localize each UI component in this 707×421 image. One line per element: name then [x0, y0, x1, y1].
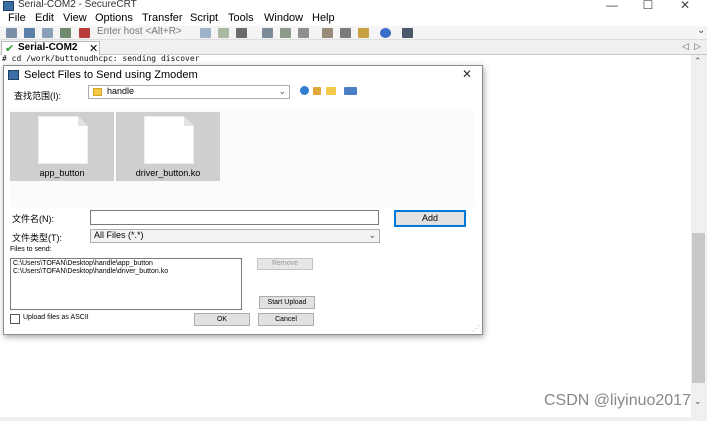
lookin-value: handle: [107, 86, 135, 96]
chevron-down-icon: ⌄: [368, 230, 376, 240]
menu-bar: File Edit View Options Transfer Script T…: [0, 12, 707, 26]
cancel-button[interactable]: Cancel: [258, 313, 314, 326]
help-icon[interactable]: [380, 28, 391, 38]
global-options-icon[interactable]: [340, 28, 351, 38]
tab-scroll-right-icon[interactable]: ▷: [694, 41, 701, 52]
filetype-label: 文件类型(T):: [12, 233, 62, 243]
lookin-label: 查找范围(I):: [14, 91, 61, 101]
tab-serial-com2[interactable]: ✔ Serial-COM2 ✕: [1, 41, 100, 55]
quick-connect-icon[interactable]: [24, 28, 35, 38]
filename-input[interactable]: [91, 211, 378, 224]
ok-button-label: OK: [216, 316, 228, 323]
scrollbar-thumb[interactable]: [692, 233, 705, 383]
remove-button-label: Remove: [271, 260, 299, 267]
list-item[interactable]: C:\Users\TOFAN\Desktop\handle\app_button: [13, 260, 153, 267]
start-upload-button[interactable]: Start Upload: [259, 296, 315, 309]
back-icon[interactable]: [300, 86, 309, 95]
terminal-scrollbar[interactable]: ⌃ ⌄: [691, 55, 707, 417]
lookin-combo[interactable]: handle ⌄: [88, 85, 290, 99]
tab-scroll-left-icon[interactable]: ◁: [682, 41, 689, 52]
list-item[interactable]: C:\Users\TOFAN\Desktop\handle\driver_but…: [13, 268, 168, 275]
files-to-send-label: Files to send:: [10, 246, 52, 253]
dialog-close-button[interactable]: ✕: [462, 67, 472, 81]
filetype-combo[interactable]: All Files (*.*) ⌄: [90, 229, 380, 243]
session-tab-bar: ✔ Serial-COM2 ✕ ◁ ▷: [0, 40, 707, 55]
connect-icon[interactable]: [6, 28, 17, 38]
menu-window[interactable]: Window: [264, 12, 303, 24]
chevron-down-icon: ⌄: [278, 86, 286, 96]
window-title: Serial-COM2 - SecureCRT: [18, 0, 137, 10]
up-folder-icon[interactable]: [313, 87, 321, 95]
menu-view[interactable]: View: [63, 12, 87, 24]
document-icon: [38, 116, 88, 164]
paste-icon[interactable]: [218, 28, 229, 38]
maximize-button[interactable]: ☐: [638, 0, 658, 12]
reconnect-icon[interactable]: [60, 28, 71, 38]
menu-file[interactable]: File: [8, 12, 26, 24]
dialog-titlebar: Select Files to Send using Zmodem ✕: [4, 66, 482, 84]
file-item-driver-button[interactable]: driver_button.ko: [116, 112, 220, 181]
toolbar: Enter host <Alt+R> ⌄: [0, 25, 707, 40]
toolbar-overflow-icon[interactable]: ⌄: [697, 25, 705, 36]
close-window-button[interactable]: ✕: [675, 0, 695, 12]
print-icon[interactable]: [262, 28, 273, 38]
folder-icon: [93, 88, 102, 96]
filetype-value: All Files (*.*): [94, 230, 144, 240]
dialog-app-icon: [8, 70, 19, 80]
scroll-down-icon[interactable]: ⌄: [694, 396, 702, 407]
file-name: app_button: [39, 168, 85, 178]
terminal-line: # cd /work/buttonudhcpc: sending discove…: [2, 54, 200, 63]
view-menu-icon[interactable]: [344, 87, 357, 95]
new-folder-icon[interactable]: [326, 87, 336, 95]
document-icon: [144, 116, 194, 164]
enter-host-input[interactable]: Enter host <Alt+R>: [97, 26, 193, 39]
file-item-app-button[interactable]: app_button: [10, 112, 114, 181]
menu-help[interactable]: Help: [312, 12, 335, 24]
file-name: driver_button.ko: [135, 168, 201, 178]
print-setup-icon[interactable]: [298, 28, 309, 38]
sftp-icon[interactable]: [402, 28, 413, 38]
menu-transfer[interactable]: Transfer: [142, 12, 183, 24]
menu-options[interactable]: Options: [95, 12, 133, 24]
connect-tab-icon[interactable]: [42, 28, 53, 38]
watermark: CSDN @liyinuo2017: [544, 392, 691, 409]
window-titlebar: Serial-COM2 - SecureCRT — ☐ ✕: [0, 0, 707, 12]
zmodem-send-dialog: Select Files to Send using Zmodem ✕ 查找范围…: [3, 65, 483, 335]
filename-label: 文件名(N):: [12, 214, 54, 224]
scroll-up-icon[interactable]: ⌃: [694, 56, 702, 67]
upload-ascii-label[interactable]: Upload files as ASCII: [23, 314, 89, 321]
filename-field[interactable]: [90, 210, 379, 225]
cancel-button-label: Cancel: [275, 316, 297, 323]
resize-grip-icon[interactable]: ⋰: [472, 324, 480, 333]
remove-button[interactable]: Remove: [257, 258, 313, 270]
start-upload-label: Start Upload: [267, 299, 307, 306]
ok-button[interactable]: OK: [194, 313, 250, 326]
add-button-label: Add: [421, 213, 438, 223]
dialog-title: Select Files to Send using Zmodem: [24, 69, 198, 81]
upload-ascii-checkbox[interactable]: [10, 314, 20, 324]
find-icon[interactable]: [236, 28, 247, 38]
files-to-send-list[interactable]: C:\Users\TOFAN\Desktop\handle\app_button…: [10, 258, 242, 310]
securecrt-app-icon: [3, 1, 14, 11]
copy-icon[interactable]: [200, 28, 211, 38]
menu-script[interactable]: Script: [190, 12, 218, 24]
menu-tools[interactable]: Tools: [228, 12, 254, 24]
key-map-icon[interactable]: [358, 28, 369, 38]
menu-edit[interactable]: Edit: [35, 12, 54, 24]
log-icon[interactable]: [280, 28, 291, 38]
add-button[interactable]: Add: [394, 210, 466, 227]
minimize-button[interactable]: —: [602, 0, 622, 12]
tab-label: Serial-COM2: [18, 42, 78, 53]
file-browser[interactable]: app_button driver_button.ko: [10, 110, 475, 207]
session-options-icon[interactable]: [322, 28, 333, 38]
disconnect-icon[interactable]: [79, 28, 90, 38]
status-strip: [0, 417, 707, 421]
